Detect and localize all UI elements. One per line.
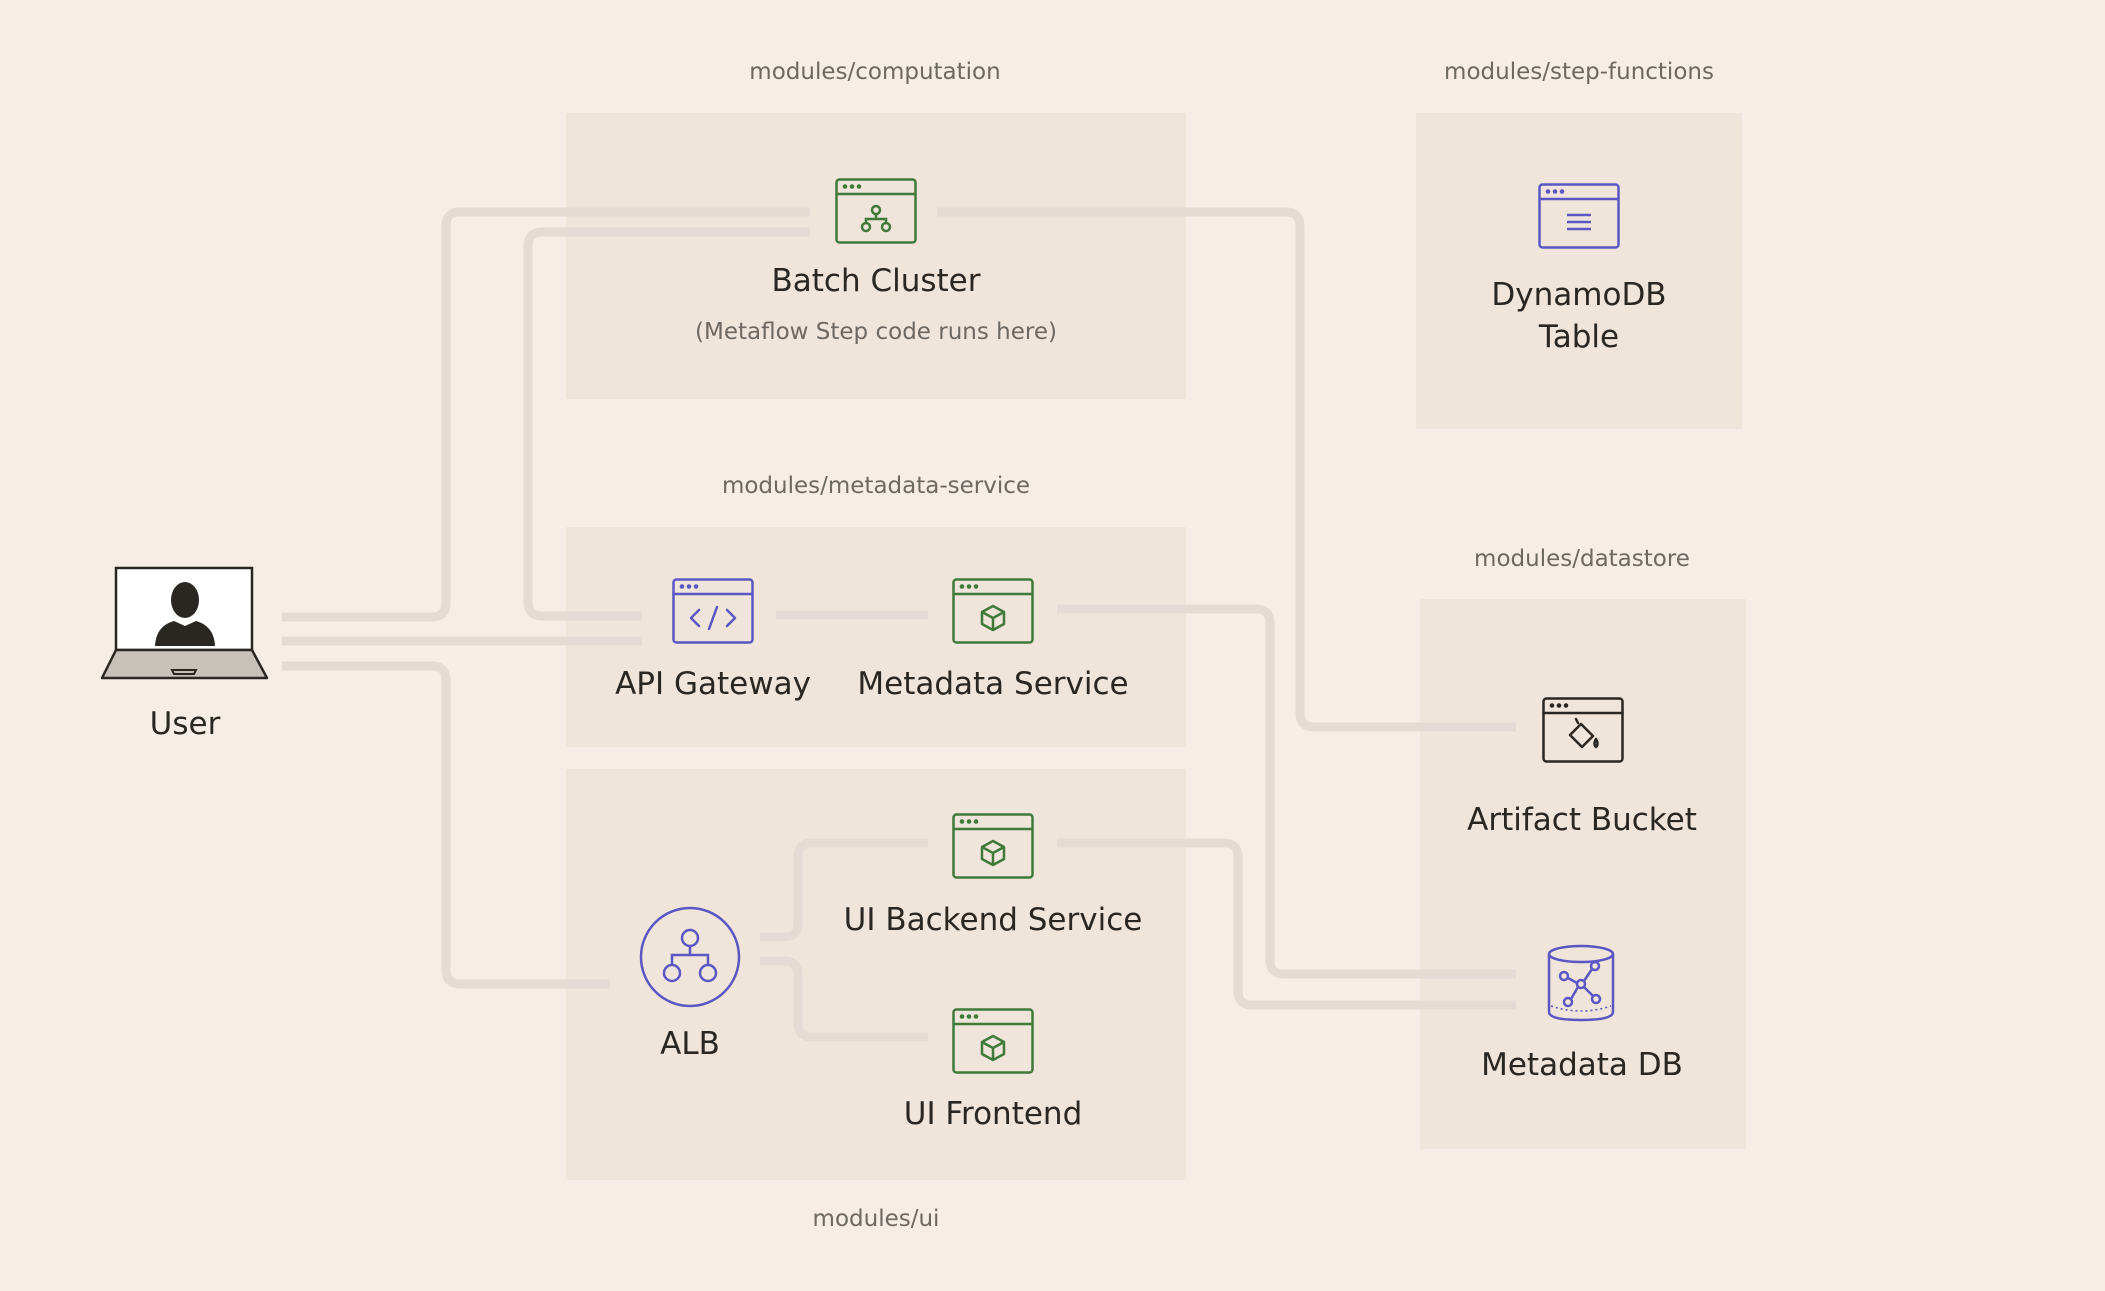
dynamodb-table-icon: [1538, 183, 1620, 249]
module-label-step-functions: modules/step-functions: [1444, 59, 1714, 85]
connector-batch-artifact: [937, 207, 1516, 732]
alb-label: ALB: [660, 1026, 720, 1062]
api-gateway-label: API Gateway: [615, 666, 811, 702]
artifact-bucket-label: Artifact Bucket: [1467, 802, 1697, 838]
bucket-window-icon: [1542, 697, 1624, 763]
batch-cluster-icon: [835, 178, 917, 244]
user-laptop-icon: [100, 566, 269, 680]
module-label-metadata-service: modules/metadata-service: [721, 473, 1031, 499]
batch-cluster-sublabel: (Metaflow Step code runs here): [695, 319, 1057, 345]
ui-frontend-label: UI Frontend: [903, 1096, 1083, 1132]
container-window-icon: [952, 578, 1034, 644]
load-balancer-icon: [639, 906, 741, 1008]
dynamodb-label-line2: Table: [1538, 319, 1620, 355]
metadata-db-label: Metadata DB: [1481, 1047, 1683, 1083]
connector-user-batch-outer: [282, 207, 810, 622]
database-icon: [1547, 944, 1615, 1022]
connector-alb-frontend: [760, 956, 928, 1042]
connector-batch-inner-api: [523, 227, 810, 621]
metadata-service-label: Metadata Service: [857, 666, 1129, 702]
user-label: User: [149, 706, 221, 742]
module-label-computation: modules/computation: [749, 59, 1001, 85]
batch-cluster-label: Batch Cluster: [771, 263, 981, 299]
container-window-icon: [952, 813, 1034, 879]
dynamodb-label-line1: DynamoDB: [1491, 277, 1667, 313]
connector-user-alb: [282, 661, 610, 989]
module-label-ui: modules/ui: [812, 1206, 940, 1232]
ui-backend-label: UI Backend Service: [843, 902, 1143, 938]
module-label-datastore: modules/datastore: [1474, 546, 1690, 572]
container-window-icon: [952, 1008, 1034, 1074]
architecture-diagram: modules/computation modules/step-functio…: [0, 0, 2105, 1291]
code-window-icon: [672, 578, 754, 644]
